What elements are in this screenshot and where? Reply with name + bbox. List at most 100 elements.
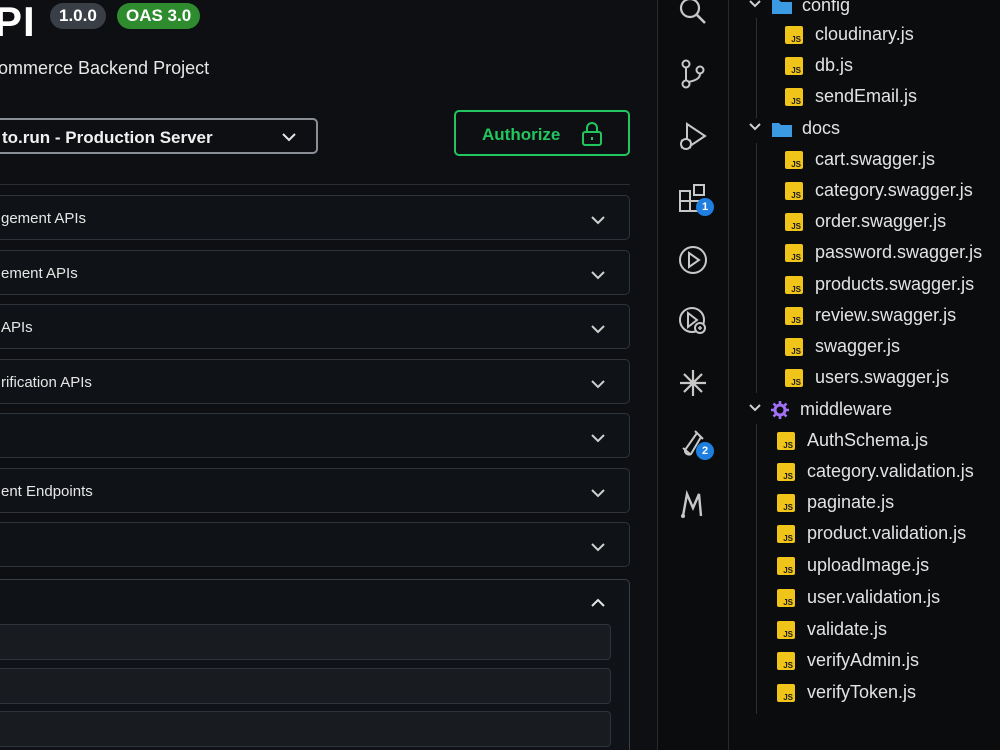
js-file-icon [785,151,803,169]
file-name: user.validation.js [807,587,941,607]
tag-section[interactable]: gement APIs [0,195,630,240]
operation-row[interactable] [0,668,611,704]
file-item[interactable]: users.swagger.js [729,363,1000,393]
js-file-icon [777,621,795,639]
file-item[interactable]: verifyAdmin.js [729,646,1000,676]
chevron-up-icon[interactable] [589,594,607,617]
file-name: order.swagger.js [815,211,947,231]
folder-name: middleware [800,399,893,419]
extensions-badge: 1 [696,198,714,216]
divider [0,184,630,185]
file-name: product.validation.js [807,523,967,543]
folder-docs[interactable]: docs [729,114,1000,144]
chevron-down-icon [280,128,298,151]
server-select-value: to.run - Production Server [2,128,213,147]
chevron-down-icon [589,211,607,234]
authorize-button[interactable]: Authorize [454,110,630,156]
js-file-icon [777,525,795,543]
file-item[interactable]: db.js [729,51,1000,81]
js-file-icon [785,338,803,356]
search-icon[interactable] [677,0,709,28]
file-item[interactable]: sendEmail.js [729,82,1000,112]
file-name: verifyToken.js [807,682,917,702]
file-item[interactable]: password.swagger.js [729,238,1000,268]
tag-label: APIs [1,319,33,336]
js-file-icon [777,589,795,607]
file-item[interactable]: swagger.js [729,332,1000,362]
tag-section[interactable] [0,413,630,458]
folder-icon [771,120,793,143]
js-file-icon [785,369,803,387]
file-name: users.swagger.js [815,367,950,387]
authorize-label: Authorize [482,125,561,144]
tag-section[interactable]: ement APIs [0,250,630,295]
run-debug-icon[interactable] [677,120,709,152]
activity-bar: 1 2 [657,0,729,750]
custom-m-icon[interactable] [677,488,709,520]
sparkle-icon[interactable] [677,367,709,399]
operation-row[interactable] [0,624,611,660]
folder-icon [771,0,793,20]
folder-name: config [802,0,851,15]
js-file-icon [777,463,795,481]
operation-row[interactable] [0,711,611,747]
chevron-down-icon [747,0,763,17]
deploy-icon[interactable] [677,244,709,276]
chevron-down-icon [747,119,763,140]
chevron-down-icon [589,429,607,452]
js-file-icon [777,684,795,702]
test-runner-icon[interactable] [677,305,709,337]
swagger-panel: PI 1.0.0 OAS 3.0 ommerce Backend Project… [0,0,657,750]
file-name: verifyAdmin.js [807,650,920,670]
file-item[interactable]: paginate.js [729,488,1000,518]
folder-middleware[interactable]: middleware [729,395,1000,425]
file-name: products.swagger.js [815,274,975,294]
server-select[interactable]: to.run - Production Server [0,118,318,154]
file-item[interactable]: review.swagger.js [729,301,1000,331]
file-item[interactable]: category.validation.js [729,457,1000,487]
source-control-icon[interactable] [677,58,709,90]
js-file-icon [785,276,803,294]
js-file-icon [777,557,795,575]
file-item[interactable]: product.validation.js [729,519,1000,549]
file-name: sendEmail.js [815,86,918,106]
chevron-down-icon [589,538,607,561]
file-name: review.swagger.js [815,305,957,325]
tag-label: rification APIs [1,374,92,391]
chevron-down-icon [589,320,607,343]
js-file-icon [777,494,795,512]
chevron-down-icon [589,266,607,289]
file-name: paginate.js [807,492,895,512]
testing-badge: 2 [696,442,714,460]
file-item[interactable]: verifyToken.js [729,678,1000,708]
gear-folder-icon [770,400,790,425]
file-item[interactable]: cart.swagger.js [729,145,1000,175]
file-name: category.validation.js [807,461,974,481]
file-item[interactable]: AuthSchema.js [729,426,1000,456]
tag-section[interactable]: ent Endpoints [0,468,630,513]
tag-section[interactable]: APIs [0,304,630,349]
file-name: cloudinary.js [815,24,914,44]
file-item[interactable]: cloudinary.js [729,20,1000,50]
js-file-icon [785,26,803,44]
file-item[interactable]: validate.js [729,615,1000,645]
api-title: PI [0,0,36,45]
js-file-icon [785,307,803,325]
js-file-icon [785,57,803,75]
file-item[interactable]: user.validation.js [729,583,1000,613]
tag-section[interactable]: rification APIs [0,359,630,404]
folder-config[interactable]: config [729,0,1000,21]
js-file-icon [785,182,803,200]
js-file-icon [785,88,803,106]
tag-section[interactable] [0,522,630,567]
file-item[interactable]: uploadImage.js [729,551,1000,581]
file-item[interactable]: category.swagger.js [729,176,1000,206]
tag-label: ement APIs [1,265,78,282]
chevron-down-icon [589,484,607,507]
file-name: AuthSchema.js [807,430,929,450]
file-name: validate.js [807,619,888,639]
file-item[interactable]: products.swagger.js [729,270,1000,300]
js-file-icon [785,244,803,262]
file-item[interactable]: order.swagger.js [729,207,1000,237]
chevron-down-icon [747,400,763,421]
